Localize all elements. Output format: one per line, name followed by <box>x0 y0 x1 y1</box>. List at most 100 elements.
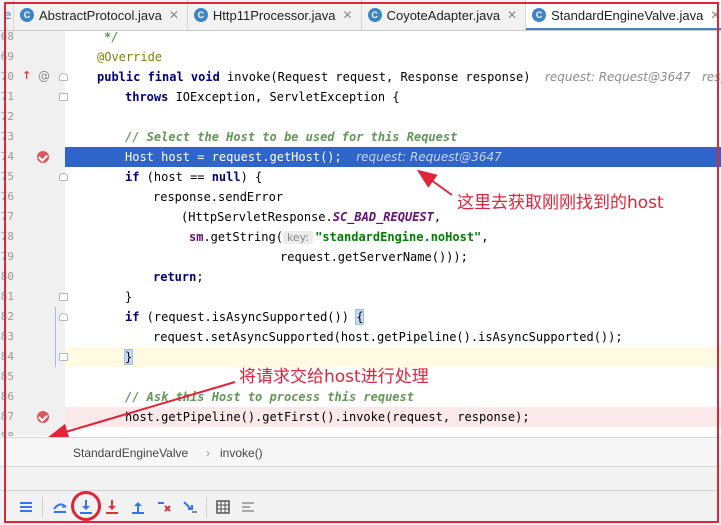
highlight-circle <box>71 491 101 521</box>
code-line: 71 throws IOException, ServletException … <box>0 87 721 107</box>
code-line: 68 */ <box>0 31 721 47</box>
line-number: 68 <box>0 31 14 43</box>
breakpoint-line: 87 host.getPipeline().getFirst().invoke(… <box>0 407 721 427</box>
close-icon[interactable]: ✕ <box>343 8 353 22</box>
line-number: 73 <box>0 130 14 143</box>
tab-label: Http11Processor.java <box>212 7 336 23</box>
code-text: host.getPipeline().getFirst().invoke(req… <box>125 410 530 424</box>
close-icon[interactable]: ✕ <box>507 8 517 22</box>
inline-debug-value: request: Request@3647 resp <box>544 70 721 84</box>
java-class-icon: e <box>4 8 12 22</box>
step-out-icon[interactable] <box>128 497 148 517</box>
breakpoint-icon[interactable] <box>37 411 49 423</box>
tab-overflow-left[interactable]: e <box>0 0 14 30</box>
line-number: 74 <box>0 150 14 163</box>
tab-abstractprotocol[interactable]: C AbstractProtocol.java ✕ <box>14 0 188 30</box>
close-icon[interactable]: ✕ <box>710 8 720 22</box>
code-text: .getString( <box>203 230 283 244</box>
breadcrumb-class[interactable]: StandardEngineValve <box>73 446 188 460</box>
keyword: throws <box>125 90 169 104</box>
step-over-icon[interactable] <box>50 497 70 517</box>
annotation-at-icon: @ <box>38 69 50 83</box>
fold-marker-icon[interactable] <box>59 293 68 301</box>
keyword: public final void <box>97 70 220 84</box>
line-number: 85 <box>0 370 14 383</box>
code-text: (host == <box>139 170 212 184</box>
fold-marker-icon[interactable] <box>59 173 68 181</box>
line-number: 69 <box>0 50 14 63</box>
code-line: 80 return; <box>0 267 721 287</box>
line-number: 83 <box>0 330 14 343</box>
fold-marker-icon[interactable] <box>59 73 68 81</box>
line-number: 77 <box>0 210 14 223</box>
code-line: 75 if (host == null) { <box>0 167 721 187</box>
fold-marker-icon[interactable] <box>59 353 68 361</box>
code-text: response.sendError <box>153 190 284 204</box>
annotation-note-gethost: 这里去获取刚刚找到的host <box>457 193 664 213</box>
code-text: Host host = request.getHost(); <box>125 150 342 164</box>
close-icon[interactable]: ✕ <box>169 8 179 22</box>
evaluate-expression-icon[interactable] <box>213 497 233 517</box>
force-step-into-icon[interactable] <box>102 497 122 517</box>
line-number: 88 <box>0 430 14 436</box>
code-line: 83 request.setAsyncSupported(host.getPip… <box>0 327 721 347</box>
keyword: null <box>211 170 241 184</box>
drop-frame-icon[interactable] <box>154 497 174 517</box>
code-line: 82 if (request.isAsyncSupported()) { <box>0 307 721 327</box>
debug-toolbar <box>0 490 721 525</box>
breadcrumb-separator: › <box>206 446 210 460</box>
matched-brace: { <box>355 309 365 325</box>
line-number: 84 <box>0 350 14 363</box>
code-line: 72 <box>0 107 721 127</box>
code-text: (request.isAsyncSupported()) <box>139 310 357 324</box>
code-line: 78 sm.getString(key: "standardEngine.noHo… <box>0 227 721 247</box>
code-line: 86 // Ask this Host to process this requ… <box>0 387 721 407</box>
code-line: 79 request.getServerName())); <box>0 247 721 267</box>
method-signature: invoke(Request request, Response respons… <box>219 70 531 84</box>
keyword: return <box>153 270 197 284</box>
show-execution-point-icon[interactable] <box>16 497 36 517</box>
code-comment: // Select the Host to be used for this R… <box>125 130 458 144</box>
annotation-note-invoke: 将请求交给host进行处理 <box>239 367 429 387</box>
panel-divider[interactable] <box>0 467 721 490</box>
java-class-icon: C <box>367 8 382 22</box>
tab-label: CoyoteAdapter.java <box>386 7 501 23</box>
override-method-icon[interactable]: ↑ <box>22 69 31 82</box>
trace-icon[interactable] <box>238 497 258 517</box>
breakpoint-icon[interactable] <box>37 151 49 163</box>
fold-marker-icon[interactable] <box>59 93 68 101</box>
line-number: 70 <box>0 70 14 83</box>
tab-coyoteadapter[interactable]: C CoyoteAdapter.java ✕ <box>362 0 527 30</box>
constant: SC_BAD_REQUEST <box>332 210 434 224</box>
code-line: 88 <box>0 427 721 436</box>
code-line: 69 @Override <box>0 47 721 67</box>
javadoc-end: */ <box>104 31 119 44</box>
matched-brace: } <box>123 349 134 365</box>
java-class-icon: C <box>193 8 208 22</box>
run-to-cursor-icon[interactable] <box>180 497 200 517</box>
scope-indicator <box>55 307 56 367</box>
code-comment: // Ask this Host to process this request <box>125 390 414 404</box>
parameter-hint: key: <box>282 231 314 244</box>
tab-http11processor[interactable]: C Http11Processor.java ✕ <box>188 0 362 30</box>
code-line: 81 } <box>0 287 721 307</box>
line-number: 81 <box>0 290 14 303</box>
inline-debug-value: request: Request@3647 <box>356 150 502 164</box>
code-line: 70 ↑ @ public final void invoke(Request … <box>0 67 721 87</box>
code-text: ) { <box>240 170 263 184</box>
breadcrumb-method[interactable]: invoke() <box>220 446 263 460</box>
execution-point-line: 74 Host host = request.getHost(); reques… <box>0 147 721 167</box>
line-number: 76 <box>0 190 14 203</box>
string-literal: "standardEngine.noHost" <box>315 230 482 244</box>
field: sm <box>189 230 204 244</box>
tab-standardenginevalve[interactable]: C StandardEngineValve.java ✕ <box>526 0 721 30</box>
keyword: if <box>125 310 140 324</box>
line-number: 86 <box>0 390 14 403</box>
fold-marker-icon[interactable] <box>59 313 68 321</box>
code-line: 73 // Select the Host to be used for thi… <box>0 127 721 147</box>
line-number: 75 <box>0 170 14 183</box>
line-number: 72 <box>0 110 14 123</box>
line-number: 78 <box>0 230 14 243</box>
code-text: IOException, ServletException { <box>168 90 400 104</box>
code-text: ; <box>196 270 204 284</box>
